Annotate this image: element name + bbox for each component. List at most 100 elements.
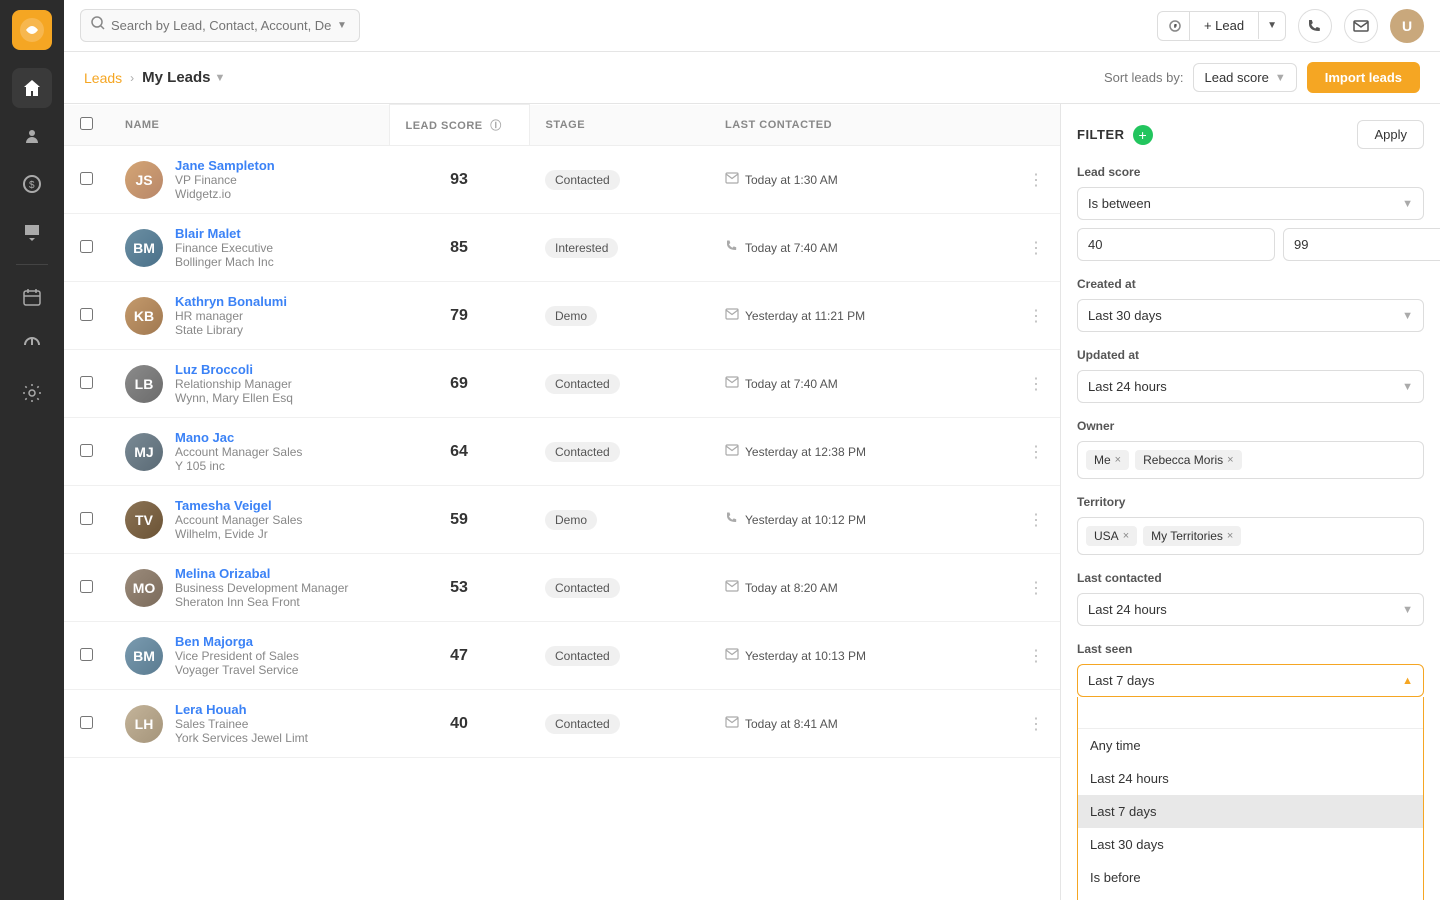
top-navigation: ▼ + Lead ▼ U <box>64 0 1440 52</box>
dropdown-option-last-7-days[interactable]: Last 7 days <box>1078 795 1423 828</box>
lead-more-button[interactable]: ⋮ <box>1028 646 1044 666</box>
row-checkbox[interactable] <box>80 580 93 593</box>
row-checkbox[interactable] <box>80 512 93 525</box>
lead-name[interactable]: Melina Orizabal <box>175 566 348 581</box>
filter-lead-score-min[interactable] <box>1077 228 1275 261</box>
lead-more-button[interactable]: ⋮ <box>1028 714 1044 734</box>
lead-name[interactable]: Mano Jac <box>175 430 302 445</box>
table-row[interactable]: BM Ben Majorga Vice President of Sales V… <box>64 622 1060 690</box>
lead-more-button[interactable]: ⋮ <box>1028 578 1044 598</box>
dropdown-option-is-before[interactable]: Is before <box>1078 861 1423 894</box>
lead-name[interactable]: Jane Sampleton <box>175 158 275 173</box>
filter-last-contacted-select[interactable]: Last 24 hours ▼ <box>1077 593 1424 626</box>
table-row[interactable]: MJ Mano Jac Account Manager Sales Y 105 … <box>64 418 1060 486</box>
lead-more-button[interactable]: ⋮ <box>1028 170 1044 190</box>
row-checkbox-cell <box>64 418 109 486</box>
th-name: NAME <box>109 105 389 146</box>
sidebar-item-home[interactable] <box>12 68 52 108</box>
contact-icon <box>725 579 739 596</box>
sidebar-item-analytics[interactable] <box>12 325 52 365</box>
lead-name[interactable]: Lera Houah <box>175 702 308 717</box>
sidebar-item-settings[interactable] <box>12 373 52 413</box>
app-logo[interactable] <box>12 10 52 50</box>
table-row[interactable]: BM Blair Malet Finance Executive Bolling… <box>64 214 1060 282</box>
dropdown-option-any-time[interactable]: Any time <box>1078 729 1423 762</box>
leads-table-section: NAME LEAD SCORE ⓘ STAGE LAST CONTACTED <box>64 104 1060 900</box>
lead-more-button[interactable]: ⋮ <box>1028 374 1044 394</box>
row-checkbox[interactable] <box>80 308 93 321</box>
sort-select[interactable]: Lead score ▼ <box>1193 63 1296 92</box>
leads-table-body: JS Jane Sampleton VP Finance Widgetz.io … <box>64 146 1060 758</box>
main-content: ▼ + Lead ▼ U Leads › My L <box>64 0 1440 900</box>
filter-created-at-select[interactable]: Last 30 days ▼ <box>1077 299 1424 332</box>
filter-lead-score-max[interactable] <box>1283 228 1440 261</box>
filter-created-at-label: Created at <box>1077 277 1424 291</box>
lead-contacted-cell: Yesterday at 11:21 PM <box>709 282 1012 350</box>
search-wrapper[interactable]: ▼ <box>80 9 360 42</box>
add-lead-main[interactable]: + Lead <box>1190 12 1259 39</box>
row-checkbox[interactable] <box>80 172 93 185</box>
user-avatar[interactable]: U <box>1390 9 1424 43</box>
lead-name[interactable]: Ben Majorga <box>175 634 299 649</box>
lead-name[interactable]: Blair Malet <box>175 226 274 241</box>
lead-score-value: 93 <box>405 171 513 189</box>
lead-more-button[interactable]: ⋮ <box>1028 306 1044 326</box>
filter-add-button[interactable]: + <box>1133 125 1153 145</box>
lead-title: Finance Executive <box>175 241 274 255</box>
row-checkbox[interactable] <box>80 444 93 457</box>
contacted-time: Today at 7:40 AM <box>745 377 838 391</box>
dropdown-option-last-24-hours[interactable]: Last 24 hours <box>1078 762 1423 795</box>
lead-more-button[interactable]: ⋮ <box>1028 510 1044 530</box>
filter-lead-score-range <box>1077 228 1424 261</box>
row-checkbox[interactable] <box>80 648 93 661</box>
add-lead-button[interactable]: + Lead ▼ <box>1157 11 1286 41</box>
filter-updated-at: Updated at Last 24 hours ▼ <box>1077 348 1424 403</box>
filter-lead-score-operator[interactable]: Is between ▼ <box>1077 187 1424 220</box>
lead-title: HR manager <box>175 309 287 323</box>
import-leads-button[interactable]: Import leads <box>1307 62 1420 93</box>
table-row[interactable]: MO Melina Orizabal Business Development … <box>64 554 1060 622</box>
filter-territory-tag-my-territories-remove[interactable]: × <box>1227 530 1233 542</box>
lead-score-cell: 47 <box>389 622 529 690</box>
filter-last-seen-select[interactable]: Last 7 days ▲ <box>1077 664 1424 697</box>
filter-owner-tag-me-remove[interactable]: × <box>1115 454 1121 466</box>
lead-avatar: MJ <box>125 433 163 471</box>
lead-name[interactable]: Luz Broccoli <box>175 362 293 377</box>
apply-filter-button[interactable]: Apply <box>1357 120 1424 149</box>
breadcrumb-root[interactable]: Leads <box>84 70 122 86</box>
dropdown-option-last-30-days[interactable]: Last 30 days <box>1078 828 1423 861</box>
sidebar-item-calendar[interactable] <box>12 277 52 317</box>
sidebar-item-deals[interactable]: $ <box>12 164 52 204</box>
lead-name[interactable]: Tamesha Veigel <box>175 498 302 513</box>
row-checkbox[interactable] <box>80 240 93 253</box>
filter-territory-tag-usa-remove[interactable]: × <box>1123 530 1129 542</box>
search-input[interactable] <box>111 18 331 33</box>
row-checkbox[interactable] <box>80 376 93 389</box>
filter-updated-at-select[interactable]: Last 24 hours ▼ <box>1077 370 1424 403</box>
filter-lead-score: Lead score Is between ▼ <box>1077 165 1424 261</box>
phone-button[interactable] <box>1298 9 1332 43</box>
sidebar-item-contacts[interactable] <box>12 116 52 156</box>
dropdown-search-input[interactable] <box>1078 697 1423 729</box>
row-checkbox[interactable] <box>80 716 93 729</box>
lead-actions-cell: ⋮ <box>1012 418 1060 486</box>
table-row[interactable]: LB Luz Broccoli Relationship Manager Wyn… <box>64 350 1060 418</box>
last-contacted-cell: Today at 8:20 AM <box>725 579 996 596</box>
select-all-checkbox[interactable] <box>80 117 93 130</box>
lead-more-button[interactable]: ⋮ <box>1028 238 1044 258</box>
lead-name[interactable]: Kathryn Bonalumi <box>175 294 287 309</box>
add-lead-caret[interactable]: ▼ <box>1259 14 1285 37</box>
dropdown-option-is-after[interactable]: Is after <box>1078 894 1423 900</box>
table-row[interactable]: KB Kathryn Bonalumi HR manager State Lib… <box>64 282 1060 350</box>
table-row[interactable]: LH Lera Houah Sales Trainee York Service… <box>64 690 1060 758</box>
sort-label: Sort leads by: <box>1104 70 1184 85</box>
filter-owner-tag-rebecca-remove[interactable]: × <box>1227 454 1233 466</box>
email-button[interactable] <box>1344 9 1378 43</box>
lead-details: Mano Jac Account Manager Sales Y 105 inc <box>175 430 302 473</box>
search-dropdown-icon[interactable]: ▼ <box>337 20 347 31</box>
table-row[interactable]: TV Tamesha Veigel Account Manager Sales … <box>64 486 1060 554</box>
sidebar-item-messages[interactable] <box>12 212 52 252</box>
lead-more-button[interactable]: ⋮ <box>1028 442 1044 462</box>
table-row[interactable]: JS Jane Sampleton VP Finance Widgetz.io … <box>64 146 1060 214</box>
breadcrumb-current[interactable]: My Leads ▼ <box>142 69 225 86</box>
